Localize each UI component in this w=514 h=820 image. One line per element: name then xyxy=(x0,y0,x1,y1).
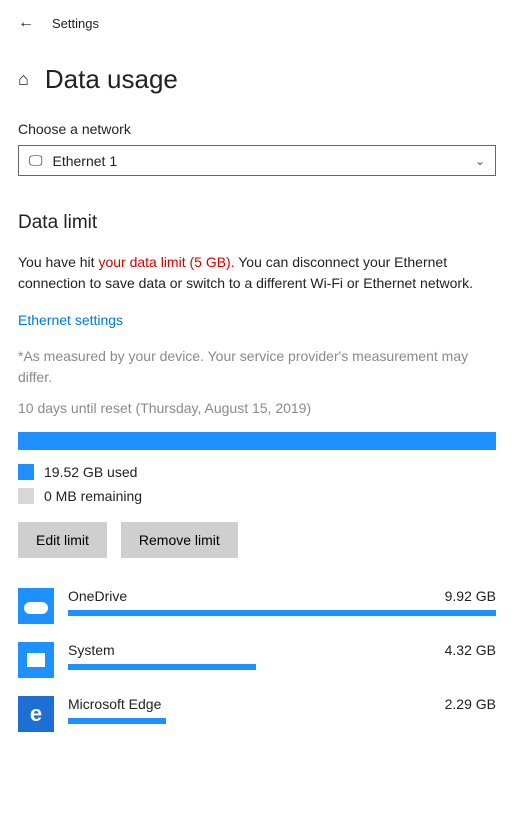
settings-header-label: Settings xyxy=(52,16,99,31)
ethernet-settings-link[interactable]: Ethernet settings xyxy=(18,312,123,328)
app-usage: 4.32 GB xyxy=(445,642,496,658)
measurement-note: *As measured by your device. Your servic… xyxy=(18,346,496,388)
app-usage: 2.29 GB xyxy=(445,696,496,712)
legend-used-label: 19.52 GB used xyxy=(44,464,137,480)
edit-limit-button[interactable]: Edit limit xyxy=(18,522,107,558)
app-usage: 9.92 GB xyxy=(445,588,496,604)
warn-prefix: You have hit xyxy=(18,254,98,270)
back-button[interactable]: ← xyxy=(18,14,34,32)
legend-used-swatch xyxy=(18,464,34,480)
system-icon xyxy=(18,642,54,678)
app-name: Microsoft Edge xyxy=(68,696,161,712)
app-name: OneDrive xyxy=(68,588,127,604)
app-row-edge: e Microsoft Edge 2.29 GB xyxy=(18,696,496,732)
remove-limit-button[interactable]: Remove limit xyxy=(121,522,238,558)
edge-icon: e xyxy=(18,696,54,732)
warn-limit-red: your data limit (5 GB). xyxy=(98,254,234,270)
page-title: Data usage xyxy=(45,64,178,95)
app-usage-bar xyxy=(68,610,496,616)
choose-network-label: Choose a network xyxy=(18,121,496,137)
app-row-system: System 4.32 GB xyxy=(18,642,496,678)
app-usage-bar xyxy=(68,664,256,670)
ethernet-icon: 🖵 xyxy=(29,152,43,169)
network-selected-name: Ethernet 1 xyxy=(53,153,475,169)
legend-remaining-swatch xyxy=(18,488,34,504)
usage-total-bar xyxy=(18,432,496,450)
home-icon[interactable]: ⌂ xyxy=(18,69,29,90)
legend-used: 19.52 GB used xyxy=(18,464,496,480)
onedrive-icon xyxy=(18,588,54,624)
legend-remaining-label: 0 MB remaining xyxy=(44,488,142,504)
app-name: System xyxy=(68,642,115,658)
data-limit-warning: You have hit your data limit (5 GB). You… xyxy=(18,252,496,294)
app-usage-bar xyxy=(68,718,166,724)
network-select[interactable]: 🖵 Ethernet 1 ⌄ xyxy=(18,145,496,176)
app-row-onedrive: OneDrive 9.92 GB xyxy=(18,588,496,624)
reset-countdown: 10 days until reset (Thursday, August 15… xyxy=(18,400,496,416)
legend-remaining: 0 MB remaining xyxy=(18,488,496,504)
data-limit-heading: Data limit xyxy=(18,212,496,234)
chevron-down-icon: ⌄ xyxy=(475,154,485,168)
